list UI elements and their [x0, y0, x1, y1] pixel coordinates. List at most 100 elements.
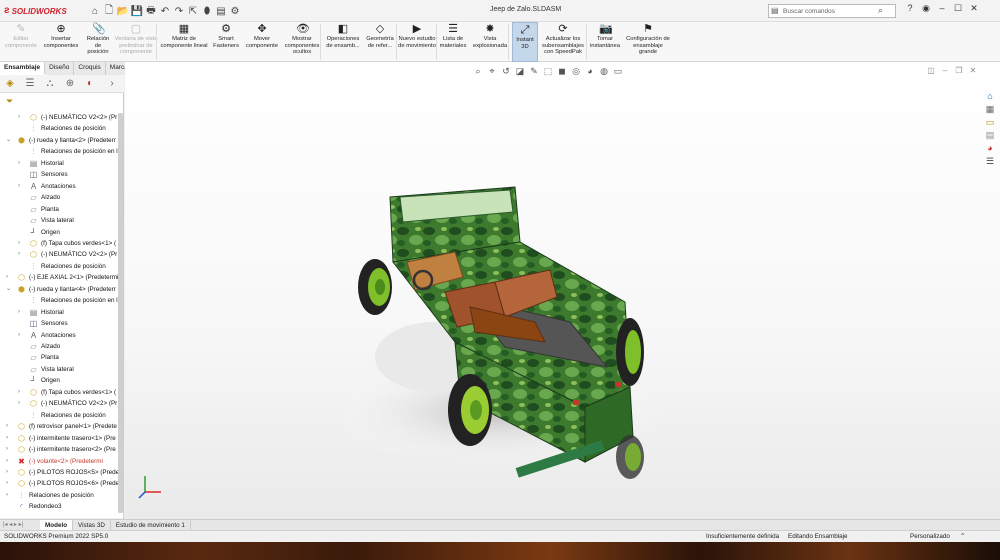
expand-arrow-icon[interactable]: ›	[18, 398, 24, 409]
zoom-to-fit-icon[interactable]: ⌕	[471, 66, 485, 77]
tree-item[interactable]: › ⬡ (f) Tapa cubos verdes<1> (	[0, 238, 122, 249]
solidworks-logo[interactable]: ƨ SOLIDWORKS	[4, 4, 67, 18]
tree-item[interactable]: ▱ Planta	[0, 204, 122, 215]
minimize-button[interactable]: –	[934, 3, 950, 19]
expand-arrow-icon[interactable]: ›	[6, 272, 12, 283]
appearances-icon[interactable]: ◕	[984, 142, 996, 154]
custom-properties-icon[interactable]: ☰	[984, 155, 996, 167]
tree-item[interactable]: › ⬡ (f) Tapa cubos verdes<1> (	[0, 387, 122, 398]
options-icon[interactable]: ⚙	[228, 6, 242, 17]
ribbon-actualizar-button[interactable]: ⟳ Actualizar los subensamblajes con Speed…	[540, 22, 586, 62]
tree-item[interactable]: › ⬡ (-) intermitente trasero<1> (Pre	[0, 433, 122, 444]
tree-item[interactable]: ⫶ Relaciones de posición en l	[0, 146, 122, 157]
property-manager-tab-icon[interactable]: ☰	[20, 78, 40, 89]
tree-item[interactable]: ⫶ Relaciones de posición en l	[0, 295, 122, 306]
expand-arrow-icon[interactable]: ›	[6, 490, 12, 501]
viewport-minimize-icon[interactable]: –	[938, 66, 952, 75]
ribbon-mostrar-button[interactable]: 👁 Mostrar componentes ocultos	[282, 22, 322, 62]
tree-item[interactable]: › ⬡ (f) retrovisor panel<1> (Predete	[0, 421, 122, 432]
new-document-icon[interactable]: 🗋	[102, 3, 116, 20]
tree-item[interactable]: › ⫶ Relaciones de posición	[0, 490, 122, 501]
expand-arrow-icon[interactable]: ›	[18, 158, 24, 169]
redo-icon[interactable]: ↷	[172, 6, 186, 17]
help-icon[interactable]: ?	[902, 3, 918, 19]
ribbon-nuevo-button[interactable]: ▶ Nuevo estudio de movimiento	[398, 22, 436, 62]
maximize-button[interactable]: ☐	[950, 3, 966, 19]
traffic-light-icon[interactable]: ⬮	[200, 6, 214, 17]
collapse-arrow-icon[interactable]: ⌄	[6, 284, 12, 295]
search-icon[interactable]: ⌕	[878, 5, 883, 16]
expand-arrow-icon[interactable]: ›	[18, 387, 24, 398]
expand-arrow-icon[interactable]: ›	[18, 112, 24, 123]
bottom-tab-estudio-de-movimiento-1[interactable]: Estudio de movimiento 1	[111, 520, 191, 530]
ribbon-smart-button[interactable]: ⚙ Smart Fasteners	[210, 22, 242, 62]
tree-item[interactable]: ⫶ Relaciones de posición	[0, 261, 122, 272]
expand-arrow-icon[interactable]: ›	[18, 307, 24, 318]
tree-item[interactable]: ⌄ ⬢ (-) rueda y llanta<4> (Predeterr	[0, 284, 122, 295]
ribbon-instant-button[interactable]: ⤢ Instant 3D	[512, 22, 538, 62]
viewport-close-icon[interactable]: ✕	[966, 66, 980, 75]
user-icon[interactable]: ◉	[918, 3, 934, 19]
ribbon-ventana-button[interactable]: ▢ Ventana de vista preliminar de componen…	[114, 22, 158, 62]
tree-item[interactable]: › ⬡ (-) PILOTOS ROJOS<6> (Predet	[0, 478, 122, 489]
save-icon[interactable]: 💾	[130, 6, 144, 17]
tree-item[interactable]: ┘ Origen	[0, 227, 122, 238]
tree-item[interactable]: ◫ Sensores	[0, 318, 122, 329]
expand-arrow-icon[interactable]: ›	[18, 238, 24, 249]
ribbon-matriz-button[interactable]: ▦ Matriz de componente lineal	[160, 22, 208, 62]
tree-item[interactable]: ◜ Redondeo3	[0, 501, 122, 512]
bottom-tab-vistas-3d[interactable]: Vistas 3D	[73, 520, 111, 530]
file-explorer-icon[interactable]: ▭	[984, 116, 996, 128]
ribbon-lista-button[interactable]: ☰ Lista de materiales	[438, 22, 468, 62]
tree-item[interactable]: ⫶ Relaciones de posición	[0, 123, 122, 134]
section-view-icon[interactable]: ◪	[513, 66, 527, 77]
tree-item[interactable]: › A Anotaciones	[0, 181, 122, 192]
expand-arrow-icon[interactable]: ›	[18, 181, 24, 192]
expand-arrow-icon[interactable]: ›	[18, 249, 24, 260]
undo-icon[interactable]: ↶	[158, 6, 172, 17]
ribbon-config-button[interactable]: ⚑ Configuración de ensamblaje grande	[624, 22, 672, 62]
tree-item[interactable]: › ▤ Historial	[0, 307, 122, 318]
tree-item[interactable]: › A Anotaciones	[0, 330, 122, 341]
tree-item[interactable]: ▱ Vista lateral	[0, 215, 122, 226]
collapse-arrow-icon[interactable]: ⌄	[6, 135, 12, 146]
dimxpert-tab-icon[interactable]: ⊕	[60, 78, 80, 89]
tree-item[interactable]: ◫ Sensores	[0, 169, 122, 180]
tree-item[interactable]: ▱ Alzado	[0, 192, 122, 203]
expand-arrow-icon[interactable]: ›	[6, 467, 12, 478]
tree-item[interactable]: › ⬡ (-) EJE AXIAL 2<1> (Predetermi	[0, 272, 122, 283]
ribbon-editar-button[interactable]: ✎ Editar componente	[4, 22, 38, 62]
apply-scene-icon[interactable]: ◍	[597, 66, 611, 77]
ribbon-tomar-button[interactable]: 📷 Tomar instantánea	[588, 22, 622, 62]
display-manager-tab-icon[interactable]: ◐	[80, 78, 100, 89]
print-icon[interactable]: 🖶	[144, 3, 158, 20]
expand-arrow-icon[interactable]: ›	[6, 421, 12, 432]
open-icon[interactable]: 📂	[116, 6, 130, 17]
jeep-3d-model[interactable]	[345, 182, 675, 482]
expand-arrow-icon[interactable]: ›	[6, 478, 12, 489]
tab-navigation-arrows[interactable]: |◂ ◂ ▸ ▸|	[0, 520, 40, 530]
tree-item[interactable]: ▱ Alzado	[0, 341, 122, 352]
design-library-icon[interactable]: ▦	[984, 103, 996, 115]
solidworks-resources-icon[interactable]: ⌂	[984, 90, 996, 102]
tree-vertical-scrollbar[interactable]	[118, 113, 123, 513]
tree-item[interactable]: ⌄ ⬢ (-) rueda y llanta<2> (Predeterr	[0, 135, 122, 146]
close-button[interactable]: ✕	[966, 3, 982, 19]
expand-arrow-icon[interactable]: ›	[6, 444, 12, 455]
zoom-area-icon[interactable]: ⌖	[485, 66, 499, 77]
feature-manager-tab-icon[interactable]: ◈	[0, 78, 20, 89]
expand-arrow-icon[interactable]: ›	[6, 433, 12, 444]
command-search[interactable]: ▤ Buscar comandos ⌕	[768, 4, 896, 18]
ribbon-relacion-button[interactable]: 📎 Relación de posición	[84, 22, 112, 62]
filter-icon[interactable]: ⏷	[6, 96, 13, 107]
ribbon-insertar-button[interactable]: ⊕ Insertar componentes	[40, 22, 82, 62]
ribbon-vista-button[interactable]: ✸ Vista explosionada	[470, 22, 510, 62]
home-icon[interactable]: ⌂	[88, 6, 102, 17]
units-dropdown-icon[interactable]: ⌃	[960, 531, 965, 542]
panel-expand-icon[interactable]: ›	[100, 78, 124, 89]
tab-ensamblaje[interactable]: Ensamblaje	[0, 62, 46, 75]
search-menu-icon[interactable]: ▤	[771, 6, 779, 15]
edit-appearance-icon[interactable]: ◕	[583, 66, 597, 76]
tree-item[interactable]: › ⬡ (-) PILOTOS ROJOS<5> (Predet	[0, 467, 122, 478]
rebuild-icon[interactable]: ▤	[214, 6, 228, 17]
